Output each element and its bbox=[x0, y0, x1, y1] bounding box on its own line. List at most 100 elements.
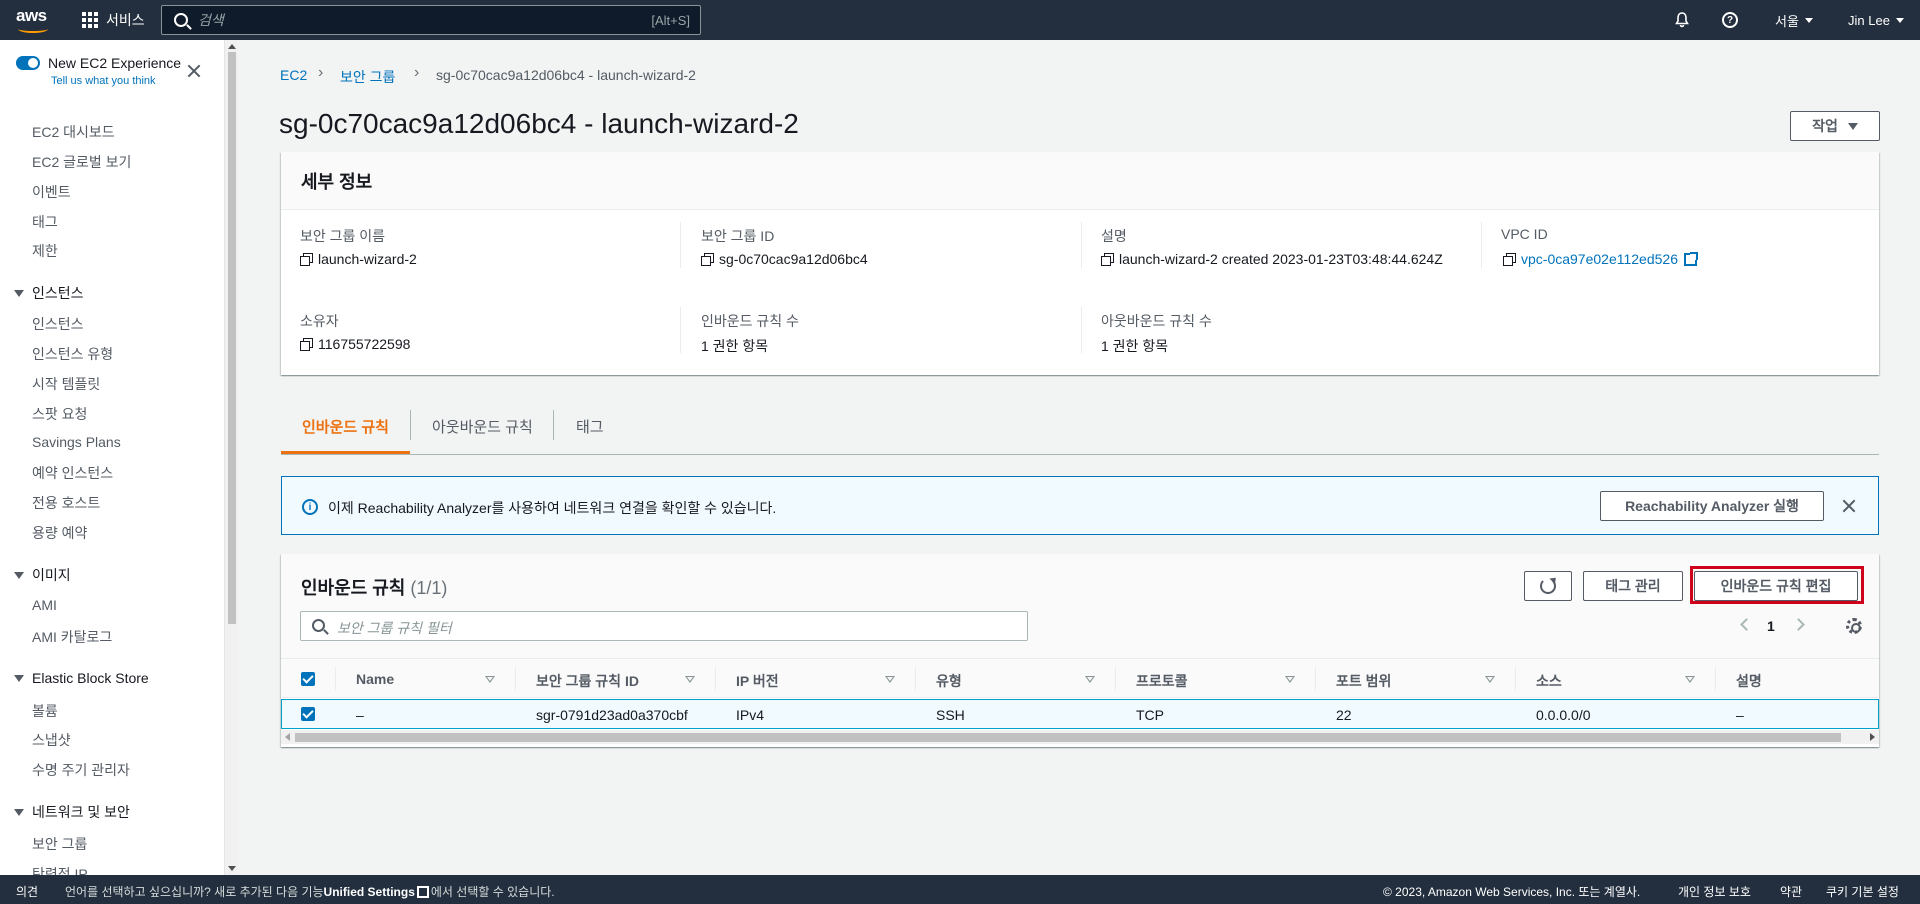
scroll-left-icon[interactable] bbox=[285, 733, 290, 741]
sidebar-item-capacity-reservations[interactable]: 용량 예약 bbox=[32, 523, 87, 543]
info-icon: i bbox=[302, 499, 318, 515]
unified-settings-link[interactable]: Unified Settings bbox=[324, 885, 415, 899]
row-checkbox[interactable] bbox=[301, 707, 315, 721]
feedback-link[interactable]: 의견 bbox=[16, 883, 38, 900]
sidebar-item-events[interactable]: 이벤트 bbox=[32, 182, 71, 202]
sidebar-item-security-groups[interactable]: 보안 그룹 bbox=[32, 834, 87, 854]
manage-tags-button[interactable]: 태그 관리 bbox=[1583, 571, 1683, 601]
col-source[interactable]: 소스 bbox=[1536, 671, 1562, 691]
copy-icon[interactable] bbox=[300, 253, 313, 266]
breadcrumb-chevron-icon: › bbox=[318, 64, 324, 81]
user-menu[interactable]: Jin Lee bbox=[1848, 0, 1904, 40]
sort-icon[interactable] bbox=[1285, 676, 1295, 683]
col-protocol[interactable]: 프로토콜 bbox=[1136, 671, 1188, 691]
sidebar-section-ebs[interactable]: Elastic Block Store bbox=[14, 670, 149, 686]
caret-down-icon bbox=[14, 674, 24, 682]
tab-outbound-rules[interactable]: 아웃바운드 규칙 bbox=[432, 416, 533, 437]
sidebar: New EC2 Experience Tell us what you thin… bbox=[0, 40, 238, 875]
services-label: 서비스 bbox=[106, 12, 145, 28]
table-horizontal-scrollbar[interactable] bbox=[281, 730, 1879, 744]
select-all-checkbox[interactable] bbox=[301, 672, 315, 686]
copy-icon[interactable] bbox=[300, 338, 313, 351]
user-name: Jin Lee bbox=[1848, 12, 1890, 28]
region-selector[interactable]: 서울 bbox=[1775, 0, 1813, 40]
search-placeholder: 검색 bbox=[198, 12, 224, 28]
run-reachability-analyzer-button[interactable]: Reachability Analyzer 실행 bbox=[1600, 491, 1824, 521]
aws-logo[interactable]: aws bbox=[16, 6, 52, 34]
sidebar-item-ami[interactable]: AMI bbox=[32, 597, 57, 613]
close-icon[interactable] bbox=[187, 64, 201, 78]
copy-icon[interactable] bbox=[1503, 253, 1516, 266]
actions-button[interactable]: 작업 bbox=[1790, 111, 1880, 141]
details-panel: 세부 정보 보안 그룹 이름 launch-wizard-2 보안 그룹 ID … bbox=[281, 152, 1879, 375]
col-port-range[interactable]: 포트 범위 bbox=[1336, 671, 1391, 691]
sidebar-item-ec2-global-view[interactable]: EC2 글로벌 보기 bbox=[32, 152, 131, 172]
sidebar-item-launch-templates[interactable]: 시작 템플릿 bbox=[32, 374, 100, 394]
col-type[interactable]: 유형 bbox=[936, 671, 962, 691]
vpc-id-text[interactable]: vpc-0ca97e02e112ed526 bbox=[1521, 251, 1678, 267]
grid-icon bbox=[82, 12, 98, 28]
notifications-button[interactable] bbox=[1674, 0, 1690, 40]
sidebar-section-images[interactable]: 이미지 bbox=[14, 565, 71, 585]
col-description[interactable]: 설명 bbox=[1736, 671, 1762, 691]
search-shortcut: [Alt+S] bbox=[651, 12, 690, 28]
sg-id-text: sg-0c70cac9a12d06bc4 bbox=[719, 251, 868, 267]
tab-tags[interactable]: 태그 bbox=[576, 416, 604, 437]
sidebar-item-ami-catalog[interactable]: AMI 카탈로그 bbox=[32, 627, 112, 647]
sidebar-item-volumes[interactable]: 볼륨 bbox=[32, 701, 58, 721]
table-row[interactable]: – sgr-0791d23ad0a370cbf IPv4 SSH TCP 22 … bbox=[281, 699, 1879, 729]
sort-icon[interactable] bbox=[485, 676, 495, 683]
sidebar-section-network-security[interactable]: 네트워크 및 보안 bbox=[14, 802, 130, 822]
sidebar-scrollbar[interactable] bbox=[224, 40, 238, 875]
scroll-right-icon[interactable] bbox=[1870, 733, 1875, 741]
tell-us-link[interactable]: Tell us what you think bbox=[51, 75, 156, 87]
rules-filter-input[interactable]: 보안 그룹 규칙 필터 bbox=[300, 611, 1028, 641]
sidebar-item-ec2-dashboard[interactable]: EC2 대시보드 bbox=[32, 122, 115, 142]
sidebar-item-elastic-ips[interactable]: 탄력적 IP bbox=[32, 864, 88, 875]
vpc-id-link[interactable]: vpc-0ca97e02e112ed526 bbox=[1503, 251, 1698, 267]
breadcrumb-security-groups[interactable]: 보안 그룹 bbox=[340, 67, 395, 87]
sidebar-item-instance-types[interactable]: 인스턴스 유형 bbox=[32, 344, 113, 364]
sidebar-item-instances[interactable]: 인스턴스 bbox=[32, 314, 84, 334]
close-icon[interactable] bbox=[1842, 499, 1856, 513]
col-name[interactable]: Name bbox=[356, 671, 394, 687]
sidebar-item-spot-requests[interactable]: 스팟 요청 bbox=[32, 404, 87, 424]
sort-icon[interactable] bbox=[1685, 676, 1695, 683]
help-button[interactable]: ? bbox=[1722, 0, 1738, 40]
privacy-link[interactable]: 개인 정보 보호 bbox=[1678, 883, 1751, 900]
new-experience-toggle[interactable] bbox=[16, 56, 40, 70]
sidebar-item-savings-plans[interactable]: Savings Plans bbox=[32, 434, 121, 450]
terms-link[interactable]: 약관 bbox=[1780, 883, 1802, 900]
copy-icon[interactable] bbox=[1101, 253, 1114, 266]
table-scroll-thumb[interactable] bbox=[295, 733, 1841, 742]
sort-icon[interactable] bbox=[885, 676, 895, 683]
sidebar-item-snapshots[interactable]: 스냅샷 bbox=[32, 730, 71, 750]
chevron-down-icon bbox=[1895, 17, 1904, 23]
sidebar-item-lifecycle-manager[interactable]: 수명 주기 관리자 bbox=[32, 760, 130, 780]
sg-id-value: sg-0c70cac9a12d06bc4 bbox=[701, 251, 868, 267]
sidebar-item-tags[interactable]: 태그 bbox=[32, 212, 58, 232]
breadcrumb-current: sg-0c70cac9a12d06bc4 - launch-wizard-2 bbox=[436, 67, 696, 83]
tab-inbound-rules[interactable]: 인바운드 규칙 bbox=[302, 416, 389, 437]
col-ip-version[interactable]: IP 버전 bbox=[736, 671, 779, 691]
sidebar-scroll-thumb[interactable] bbox=[228, 52, 236, 624]
global-search-input[interactable]: 검색 [Alt+S] bbox=[161, 5, 701, 35]
cookie-preferences-link[interactable]: 쿠키 기본 설정 bbox=[1826, 883, 1899, 900]
services-menu-button[interactable]: 서비스 bbox=[82, 10, 145, 30]
sidebar-item-dedicated-hosts[interactable]: 전용 호스트 bbox=[32, 493, 100, 513]
breadcrumb-ec2[interactable]: EC2 bbox=[280, 67, 307, 83]
scroll-up-icon[interactable] bbox=[228, 44, 236, 49]
sidebar-item-reserved-instances[interactable]: 예약 인스턴스 bbox=[32, 463, 113, 483]
scroll-down-icon[interactable] bbox=[228, 866, 236, 871]
col-rule-id[interactable]: 보안 그룹 규칙 ID bbox=[536, 671, 639, 691]
page-number[interactable]: 1 bbox=[1767, 618, 1775, 634]
copy-icon[interactable] bbox=[701, 253, 714, 266]
column-divider bbox=[1515, 667, 1516, 691]
sidebar-item-limits[interactable]: 제한 bbox=[32, 241, 58, 261]
sort-icon[interactable] bbox=[1485, 676, 1495, 683]
sort-icon[interactable] bbox=[685, 676, 695, 683]
sort-icon[interactable] bbox=[1085, 676, 1095, 683]
gear-icon[interactable] bbox=[1846, 618, 1862, 634]
sidebar-section-instances[interactable]: 인스턴스 bbox=[14, 283, 84, 303]
refresh-button[interactable] bbox=[1524, 571, 1572, 601]
